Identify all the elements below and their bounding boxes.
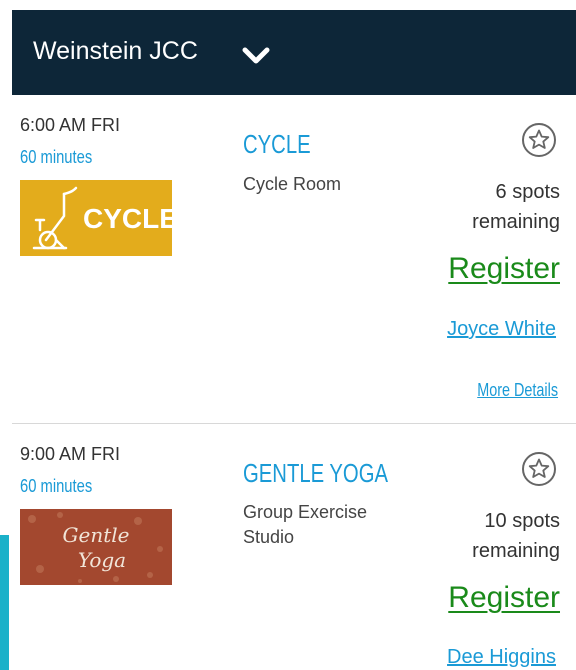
spots-count: 6 spots [495,181,560,203]
spots-remaining: 10 spots remaining [410,506,560,566]
spots-label: remaining [472,211,560,233]
schedule-page: Weinstein JCC 6:00 AM FRI 60 minutes CYC… [0,0,576,670]
class-title-link[interactable]: CYCLE [243,129,311,159]
class-location: Group Exercise Studio [243,502,368,547]
exercise-bike-icon: CYCLE [20,180,172,256]
spots-label: remaining [472,540,560,562]
instructor-link[interactable]: Dee Higgins [447,645,556,669]
cycle-thumbnail[interactable]: CYCLE [20,180,172,256]
register-link[interactable]: Register [448,251,560,287]
instructor-link[interactable]: Joyce White [447,317,556,341]
class-location: Cycle Room [243,174,342,194]
location-title[interactable]: Weinstein JCC [33,36,198,66]
spots-remaining: 6 spots remaining [410,177,560,237]
thumbnail-label-line1: Gentle [63,523,130,547]
thumbnail-label: CYCLE [83,203,172,234]
location-header[interactable]: Weinstein JCC [12,10,576,95]
class-session-gentle-yoga: 9:00 AM FRI 60 minutes Gentle Yoga GENTL… [0,424,576,670]
gentle-yoga-thumbnail[interactable]: Gentle Yoga [20,509,172,585]
session-time: 6:00 AM FRI [20,115,121,135]
yoga-thumbnail-art: Gentle Yoga [20,509,172,585]
class-session-cycle: 6:00 AM FRI 60 minutes CYCLE CYCLE Cycle… [0,95,576,423]
star-outline-icon[interactable] [521,122,557,158]
chevron-down-icon[interactable] [241,46,271,66]
more-details-link[interactable]: More Details [477,379,558,401]
star-outline-icon[interactable] [521,451,557,487]
class-title-link[interactable]: GENTLE YOGA [243,458,388,488]
session-duration: 60 minutes [20,147,93,167]
spots-count: 10 spots [484,510,560,532]
session-time: 9:00 AM FRI [20,444,121,464]
session-duration: 60 minutes [20,476,93,496]
register-link[interactable]: Register [448,580,560,616]
left-edge-accent [0,535,9,670]
thumbnail-label-line2: Yoga [78,548,126,572]
